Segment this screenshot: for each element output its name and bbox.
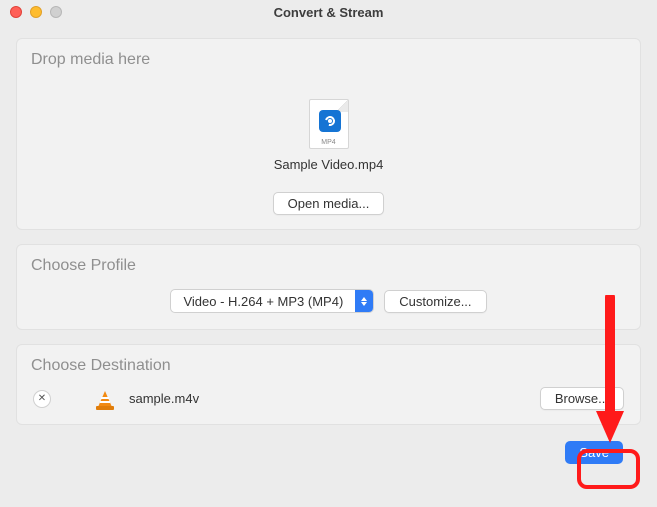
- select-arrows-icon: [355, 290, 373, 312]
- choose-profile-title: Choose Profile: [31, 257, 626, 275]
- content: Drop media here MP4 Sample Video.mp4 Ope…: [0, 24, 657, 476]
- titlebar: Convert & Stream: [0, 0, 657, 24]
- save-button[interactable]: Save: [565, 441, 623, 464]
- drop-area[interactable]: MP4 Sample Video.mp4 Open media...: [31, 77, 626, 215]
- customize-button[interactable]: Customize...: [384, 290, 486, 313]
- open-media-button[interactable]: Open media...: [273, 192, 385, 215]
- choose-destination-title: Choose Destination: [31, 357, 626, 375]
- window-title: Convert & Stream: [0, 5, 657, 20]
- dropped-file-name: Sample Video.mp4: [31, 157, 626, 172]
- drop-media-title: Drop media here: [31, 51, 626, 69]
- minimize-window-button[interactable]: [30, 6, 42, 18]
- media-file-icon: MP4: [31, 99, 626, 149]
- choose-destination-panel: Choose Destination ✕ sample.m4v Browse..…: [16, 344, 641, 425]
- close-window-button[interactable]: [10, 6, 22, 18]
- profile-select-label: Video - H.264 + MP3 (MP4): [171, 291, 355, 312]
- browse-button[interactable]: Browse...: [540, 387, 624, 410]
- maximize-window-button: [50, 6, 62, 18]
- file-type-label: MP4: [310, 139, 348, 146]
- clear-destination-button[interactable]: ✕: [33, 390, 51, 408]
- choose-profile-panel: Choose Profile Video - H.264 + MP3 (MP4)…: [16, 244, 641, 330]
- vlc-cone-icon: [95, 388, 115, 410]
- destination-file-name: sample.m4v: [129, 391, 199, 406]
- traffic-lights: [10, 6, 62, 18]
- profile-select[interactable]: Video - H.264 + MP3 (MP4): [170, 289, 374, 313]
- drop-media-panel: Drop media here MP4 Sample Video.mp4 Ope…: [16, 38, 641, 230]
